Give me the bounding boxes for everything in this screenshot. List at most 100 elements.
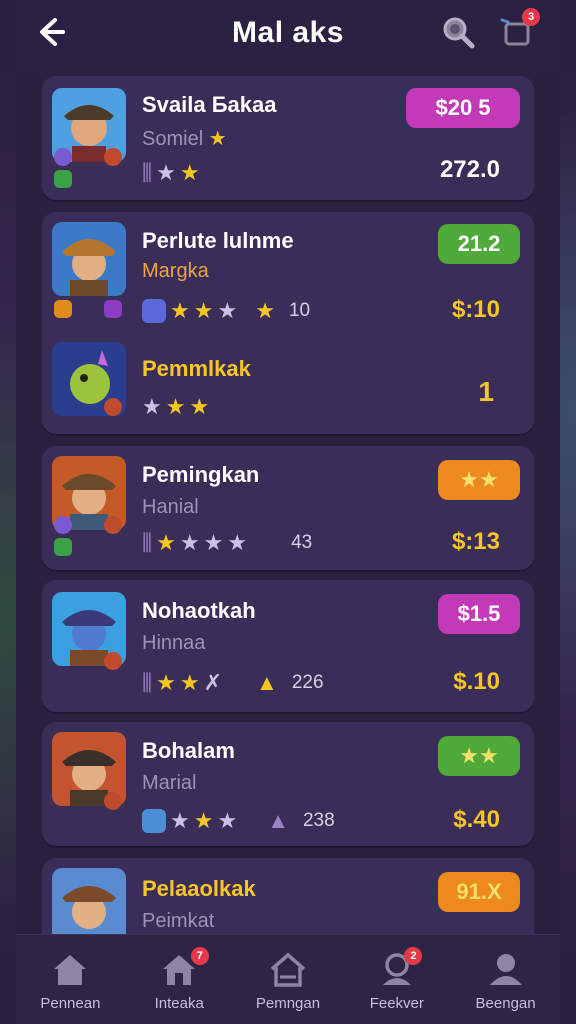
rating: ⫼ ★ ★ ✗ ▲ 226	[142, 670, 324, 696]
profile-icon	[489, 954, 522, 985]
star-icon: ★	[179, 670, 200, 695]
badge-icon	[104, 398, 122, 416]
nav-label: Inteaka	[154, 995, 204, 1012]
rating: ⫼ ★ ★ ★ ★ 43	[142, 530, 312, 556]
nav-badge: 7	[190, 947, 209, 965]
item-price: $:13	[451, 528, 500, 555]
stat-icon: ⫼	[142, 530, 153, 555]
item-title: Pelaaolkak	[142, 876, 256, 901]
star-icon: ★	[170, 808, 190, 833]
shield-icon	[142, 299, 166, 323]
rating: ⫼ ★ ★	[142, 160, 200, 186]
star-icon: ★	[193, 808, 214, 833]
star-icon: ★	[217, 808, 238, 833]
item-subtitle: Hinnaa	[142, 632, 206, 654]
search-icon	[443, 17, 475, 49]
nav-label: Beengan	[475, 995, 536, 1012]
nav-badge: 2	[404, 947, 423, 965]
star-icon: ★	[189, 394, 210, 419]
star-icon: ★	[217, 298, 238, 323]
star-icon: ★	[170, 298, 190, 323]
item-price: $.10	[453, 668, 500, 695]
item-title: Pemingkan	[142, 462, 260, 487]
item-price: 1	[478, 376, 494, 407]
item-thumbnail	[52, 222, 126, 296]
list-item[interactable]: Nohaotkah Hinnaa ⫼ ★ ★ ✗ ▲ 226 $1.5 $.10	[42, 580, 534, 712]
item-price: $:10	[451, 296, 500, 323]
star-icon: ★	[156, 670, 176, 695]
badge-icon	[104, 652, 122, 670]
star-icon: ★	[227, 530, 248, 555]
badge-icon	[54, 300, 72, 318]
nav-item-inteaka[interactable]: 7 Inteaka	[125, 935, 234, 1024]
price-pill[interactable]: $20 5	[406, 88, 520, 128]
price-pill[interactable]: 21.2	[438, 224, 520, 264]
item-title: Perlute lulnme	[142, 228, 294, 253]
review-count: 226	[291, 672, 324, 693]
page-title: Mal aks	[232, 16, 344, 49]
star-icon: ★	[193, 298, 214, 323]
item-title: Svaila Бakaa	[142, 92, 277, 117]
star-icon: ★	[208, 128, 227, 150]
badge-icon	[54, 538, 72, 556]
star-icon: ★	[142, 394, 162, 419]
item-price: $.40	[453, 806, 500, 833]
star-icon: ★	[156, 160, 176, 185]
badge-icon	[104, 792, 122, 810]
rating: ★ ★ ★ ★ 10	[142, 298, 310, 324]
review-count: 10	[288, 300, 311, 321]
star-icon: ★	[156, 530, 176, 555]
nav-label: Feekver	[369, 995, 424, 1012]
list-item[interactable]: Svaila Бakaa Somiel ★ ⫼ ★ ★ $20 5 272.0	[42, 76, 534, 200]
star-icon: ★	[179, 530, 200, 555]
item-price: 272.0	[439, 156, 500, 183]
house-outline-icon	[270, 952, 306, 987]
nav-item-beengan[interactable]: Beengan	[451, 935, 560, 1024]
stat-icon: ⫼	[142, 670, 153, 695]
back-button[interactable]	[32, 14, 68, 50]
nav-item-pennean[interactable]: Pennean	[16, 935, 125, 1024]
bottom-nav: Pennean 7 Inteaka Pemngan 2 Feekver Been…	[16, 934, 560, 1024]
item-title: Bohalam	[142, 738, 235, 763]
item-subtitle-text: Somiel	[142, 128, 204, 150]
list-item[interactable]: Perlute lulnme Margka ★ ★ ★ ★ 10 21.2 $:…	[42, 212, 534, 434]
star-icon: ★	[203, 530, 224, 555]
review-count: 43	[291, 532, 313, 553]
price-pill[interactable]: 91.X	[438, 872, 520, 912]
star-icon: ★	[165, 394, 186, 419]
item-subtitle: Marial	[142, 772, 197, 794]
review-count: 238	[302, 810, 335, 831]
character-avatar-icon	[52, 222, 126, 296]
nav-label: Pemngan	[255, 995, 321, 1012]
badge-icon	[104, 300, 122, 318]
search-button[interactable]	[438, 12, 478, 52]
badge-icon	[54, 148, 72, 166]
star-icon: ★	[255, 298, 275, 323]
badge-icon	[54, 516, 72, 534]
item-subtitle: Hanial	[142, 496, 199, 518]
home-icon	[54, 955, 87, 985]
badge-icon	[104, 516, 122, 534]
nav-item-feekver[interactable]: 2 Feekver	[342, 935, 451, 1024]
star-icon: ✗	[203, 670, 223, 695]
item-thumbnail	[52, 868, 126, 942]
list-item[interactable]: Bohalam Marial ★ ★ ★ ▲ 238 ★★ $.40	[42, 722, 534, 846]
nav-item-pemngan[interactable]: Pemngan	[234, 935, 343, 1024]
badge-icon	[54, 170, 72, 188]
item-title: Pemmlkak	[142, 356, 251, 381]
rating-pill[interactable]: ★★	[438, 736, 520, 776]
bell-icon: ▲	[267, 808, 289, 833]
price-pill[interactable]: $1.5	[438, 594, 520, 634]
item-title: Nohaotkah	[142, 598, 256, 623]
nav-label: Pennean	[40, 995, 101, 1012]
rating-pill[interactable]: ★★	[438, 460, 520, 500]
cart-button[interactable]: 3	[496, 8, 540, 52]
app-frame: Mal aks 3 Svaila Бakaa Somiel ★ ⫼ ★ ★ $2…	[16, 0, 560, 1024]
item-subtitle: Margka	[142, 260, 209, 282]
rating: ★ ★ ★	[142, 394, 209, 420]
stat-icon: ⫼	[142, 160, 153, 185]
list-item[interactable]: Pemingkan Hanial ⫼ ★ ★ ★ ★ 43 ★★ $:13	[42, 446, 534, 570]
chest-icon: ▲	[256, 670, 278, 695]
item-subtitle: Peimkat	[142, 910, 215, 932]
star-icon: ★	[179, 160, 200, 185]
